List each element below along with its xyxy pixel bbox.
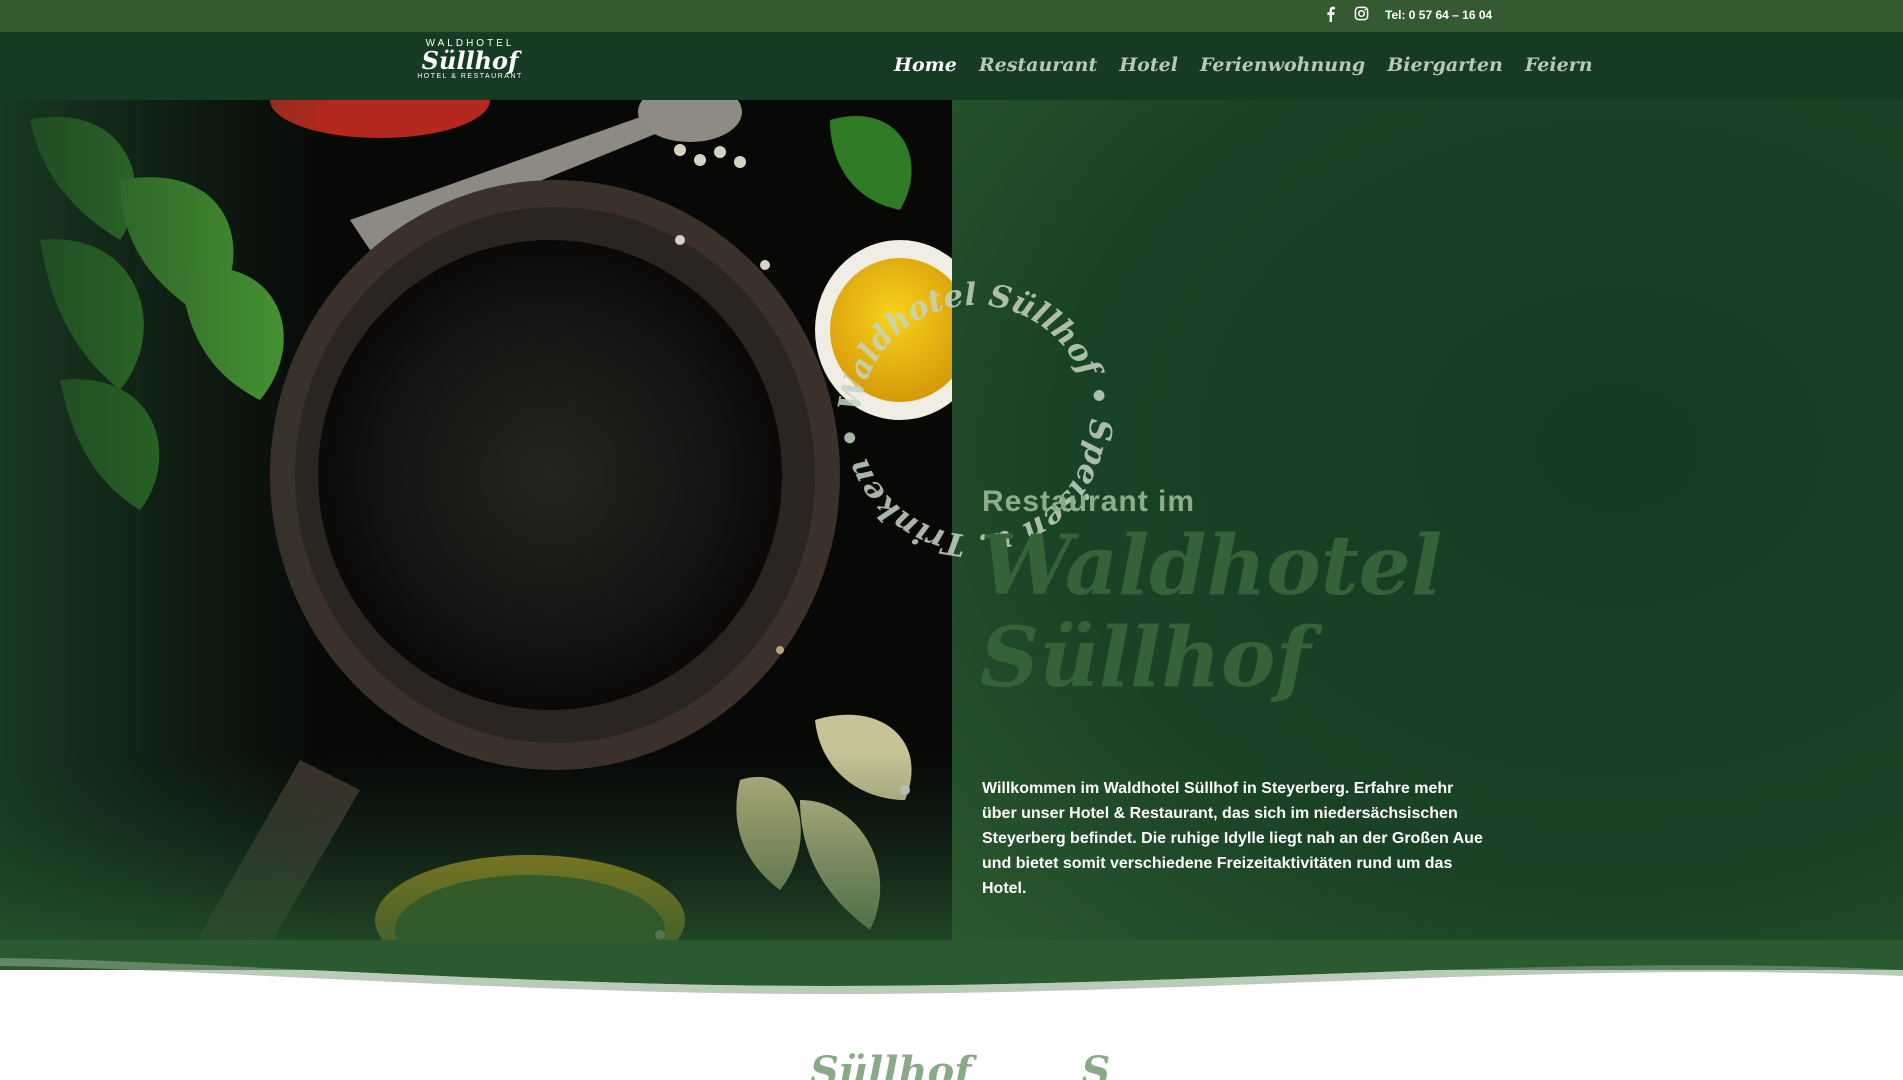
hero-subtitle: Restaurant im <box>982 485 1196 518</box>
nav-biergarten[interactable]: Biergarten <box>1387 54 1503 76</box>
hero-description: Willkommen im Waldhotel Süllhof in Steye… <box>982 780 1483 897</box>
nav-ferienwohnung[interactable]: Ferienwohnung <box>1200 54 1365 76</box>
nav-hotel[interactable]: Hotel <box>1119 54 1178 76</box>
site-logo[interactable]: WALDHOTEL Süllhof HOTEL & RESTAURANT <box>410 36 530 96</box>
hero-title-line2: Süllhof <box>980 610 1311 706</box>
nav-home[interactable]: Home <box>894 54 957 76</box>
social-links <box>1326 6 1370 24</box>
below-script-right: S <box>1081 1048 1111 1080</box>
section-wave-divider <box>0 940 1903 994</box>
nav-menu: Home Restaurant Hotel Ferienwohnung Bier… <box>894 54 1593 76</box>
hero-section: Waldhotel Süllhof • Speisen u. Trinken •… <box>0 100 1903 970</box>
nav-feiern[interactable]: Feiern <box>1525 54 1593 76</box>
phone-number[interactable]: Tel: 0 57 64 – 16 04 <box>1385 8 1492 22</box>
hero-title-line1: Waldhotel <box>980 518 1443 614</box>
below-script-left: Süllhof <box>810 1048 972 1080</box>
hero-food-image <box>0 100 952 970</box>
hero-title: Waldhotel Süllhof <box>980 518 1443 706</box>
instagram-icon[interactable] <box>1354 6 1370 24</box>
logo-script-text: Süllhof <box>421 46 519 75</box>
below-section-heading: Süllhof S <box>810 1048 1220 1080</box>
facebook-icon[interactable] <box>1326 6 1342 24</box>
food-illustration <box>0 100 952 970</box>
logo-bottom-text: HOTEL & RESTAURANT <box>417 73 523 80</box>
top-bar: Tel: 0 57 64 – 16 04 <box>0 0 1903 32</box>
nav-restaurant[interactable]: Restaurant <box>979 54 1097 76</box>
